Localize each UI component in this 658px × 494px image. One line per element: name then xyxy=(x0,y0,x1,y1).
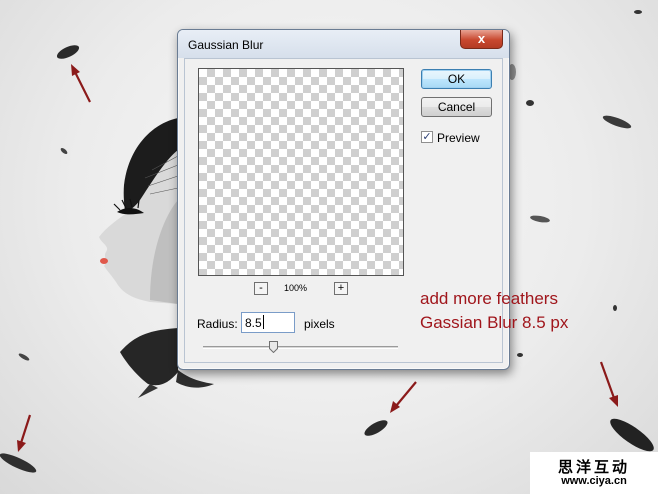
close-icon: x xyxy=(477,31,486,46)
feather xyxy=(634,10,642,14)
feather xyxy=(610,418,654,452)
close-button[interactable]: x xyxy=(460,30,503,49)
annotation-line-1: add more feathers xyxy=(420,289,558,308)
body-feathers xyxy=(120,328,178,386)
preview-checkbox[interactable]: ✓ xyxy=(421,131,433,143)
plus-icon: + xyxy=(337,282,345,294)
radius-input[interactable]: 8.5 xyxy=(241,312,295,333)
feather xyxy=(613,305,617,311)
feather xyxy=(364,420,388,436)
feather xyxy=(530,215,550,223)
feather xyxy=(60,148,68,154)
feather xyxy=(0,453,37,473)
feather xyxy=(56,45,80,59)
dialog-title: Gaussian Blur xyxy=(188,38,264,52)
text-caret xyxy=(263,315,264,329)
checkmark-icon: ✓ xyxy=(422,131,432,143)
zoom-out-button[interactable]: - xyxy=(254,282,268,295)
lips xyxy=(100,258,108,264)
radius-unit-label: pixels xyxy=(304,317,335,331)
feather-fringe xyxy=(176,370,214,388)
watermark-logo-text: 思洋互动 xyxy=(557,459,630,476)
ok-button[interactable]: OK xyxy=(421,69,492,89)
annotation-line-2: Gassian Blur 8.5 px xyxy=(420,313,569,332)
feather xyxy=(18,353,30,361)
radius-slider-thumb[interactable] xyxy=(269,341,278,353)
feather xyxy=(517,353,523,357)
preview-canvas[interactable] xyxy=(198,68,404,276)
zoom-in-button[interactable]: + xyxy=(334,282,348,295)
watermark-url: www.ciya.cn xyxy=(561,475,627,487)
feather xyxy=(526,100,534,106)
dialog-titlebar[interactable]: Gaussian Blur x xyxy=(178,30,509,58)
watermark: 思洋互动 www.ciya.cn xyxy=(530,452,658,494)
radius-slider-track[interactable] xyxy=(203,346,398,349)
minus-icon: - xyxy=(259,282,263,294)
feather xyxy=(602,115,632,129)
preview-checkbox-label: Preview xyxy=(437,131,480,145)
zoom-level-label: 100% xyxy=(284,283,308,293)
radius-label: Radius: xyxy=(197,317,238,331)
cancel-button[interactable]: Cancel xyxy=(421,97,492,117)
feather-fringe-2 xyxy=(138,384,158,398)
